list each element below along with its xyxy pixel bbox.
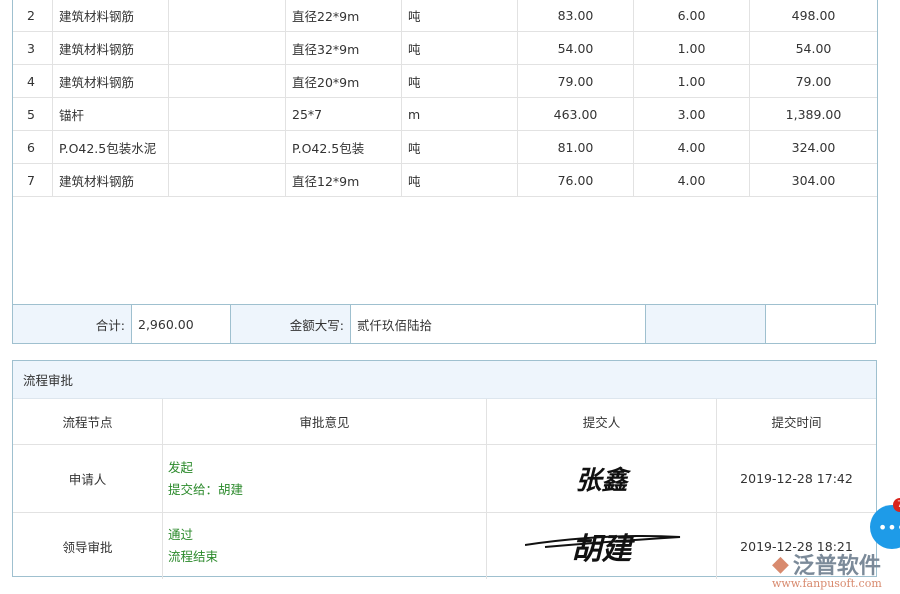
cell-qty: 1.00 [634,65,750,97]
cell-spec: 25*7 [286,98,402,130]
cell-amount: 498.00 [750,0,877,31]
cell-unit: 吨 [402,131,518,163]
watermark-brand: 泛普软件 [793,548,881,580]
cell-price: 79.00 [518,65,634,97]
cell-qty: 4.00 [634,131,750,163]
chat-badge: 7 [893,498,900,512]
header-opinion: 审批意见 [163,399,487,444]
cell-extra [169,32,286,64]
cell-price: 81.00 [518,131,634,163]
cell-amount: 79.00 [750,65,877,97]
cell-unit: m [402,98,518,130]
totals-row: 合计: 2,960.00 金额大写: 贰仟玖佰陆拾 [12,304,876,344]
items-table: 2 建筑材料钢筋 直径22*9m 吨 83.00 6.00 498.00 3 建… [12,0,878,305]
signature-image: 张鑫 [575,460,627,497]
cell-spec: P.O42.5包装 [286,131,402,163]
cell-spec: 直径12*9m [286,164,402,196]
node: 申请人 [13,445,163,512]
table-row: 4 建筑材料钢筋 直径20*9m 吨 79.00 1.00 79.00 [13,65,877,98]
signature-stroke [525,531,685,551]
cell-no: 2 [13,0,53,31]
header-time: 提交时间 [717,399,876,444]
table-row: 5 锚杆 25*7 m 463.00 3.00 1,389.00 [13,98,877,131]
cell-spec: 直径32*9m [286,32,402,64]
cell-amount: 304.00 [750,164,877,196]
cell-name: 锚杆 [53,98,169,130]
table-row: 7 建筑材料钢筋 直径12*9m 吨 76.00 4.00 304.00 [13,164,877,197]
cell-qty: 4.00 [634,164,750,196]
chat-bubble-icon: ••• [878,518,900,537]
sum-value: 2,960.00 [132,305,231,343]
cell-unit: 吨 [402,65,518,97]
cell-qty: 3.00 [634,98,750,130]
cell-spec: 直径22*9m [286,0,402,31]
caps-label: 金额大写: [231,305,351,343]
cell-unit: 吨 [402,32,518,64]
table-row: 6 P.O42.5包装水泥 P.O42.5包装 吨 81.00 4.00 324… [13,131,877,164]
cell-extra [169,164,286,196]
approval-header-row: 流程节点 审批意见 提交人 提交时间 [13,399,876,445]
watermark-url: www.fanpusoft.com [772,577,882,590]
cell-amount: 54.00 [750,32,877,64]
opinion-detail: 流程结束 [168,546,218,568]
cell-price: 83.00 [518,0,634,31]
cell-name: 建筑材料钢筋 [53,164,169,196]
cell-qty: 6.00 [634,0,750,31]
cell-name: 建筑材料钢筋 [53,32,169,64]
header-submitter: 提交人 [487,399,717,444]
cell-no: 4 [13,65,53,97]
approval-row: 领导审批 通过流程结束 胡建 2019-12-28 18:21 [13,513,876,579]
cell-no: 5 [13,98,53,130]
cell-name: 建筑材料钢筋 [53,0,169,31]
watermark-logo: ◆泛普软件 [772,548,881,580]
cell-amount: 324.00 [750,131,877,163]
cell-no: 6 [13,131,53,163]
cell-price: 54.00 [518,32,634,64]
node: 领导审批 [13,513,163,579]
approval-title: 流程审批 [13,361,876,399]
blank-value [766,305,875,343]
cell-no: 7 [13,164,53,196]
opinion-detail: 提交给：胡建 [168,479,243,501]
cell-price: 463.00 [518,98,634,130]
opinion: 通过 [168,524,193,546]
cell-extra [169,0,286,31]
caps-value: 贰仟玖佰陆拾 [351,305,646,343]
submit-time: 2019-12-28 17:42 [717,445,876,512]
cell-unit: 吨 [402,164,518,196]
approval-row: 申请人 发起提交给：胡建 张鑫 2019-12-28 17:42 [13,445,876,513]
table-row: 3 建筑材料钢筋 直径32*9m 吨 54.00 1.00 54.00 [13,32,877,65]
blank-label [646,305,766,343]
cell-extra [169,131,286,163]
sum-label: 合计: [13,305,132,343]
header-node: 流程节点 [13,399,163,444]
opinion: 发起 [168,457,193,479]
cell-unit: 吨 [402,0,518,31]
cell-extra [169,65,286,97]
cell-spec: 直径20*9m [286,65,402,97]
logo-icon: ◆ [772,552,789,577]
cell-name: P.O42.5包装水泥 [53,131,169,163]
cell-extra [169,98,286,130]
cell-qty: 1.00 [634,32,750,64]
table-row: 2 建筑材料钢筋 直径22*9m 吨 83.00 6.00 498.00 [13,0,877,32]
cell-name: 建筑材料钢筋 [53,65,169,97]
cell-no: 3 [13,32,53,64]
cell-price: 76.00 [518,164,634,196]
cell-amount: 1,389.00 [750,98,877,130]
approval-panel: 流程审批 流程节点 审批意见 提交人 提交时间 申请人 发起提交给：胡建 张鑫 … [12,360,877,577]
